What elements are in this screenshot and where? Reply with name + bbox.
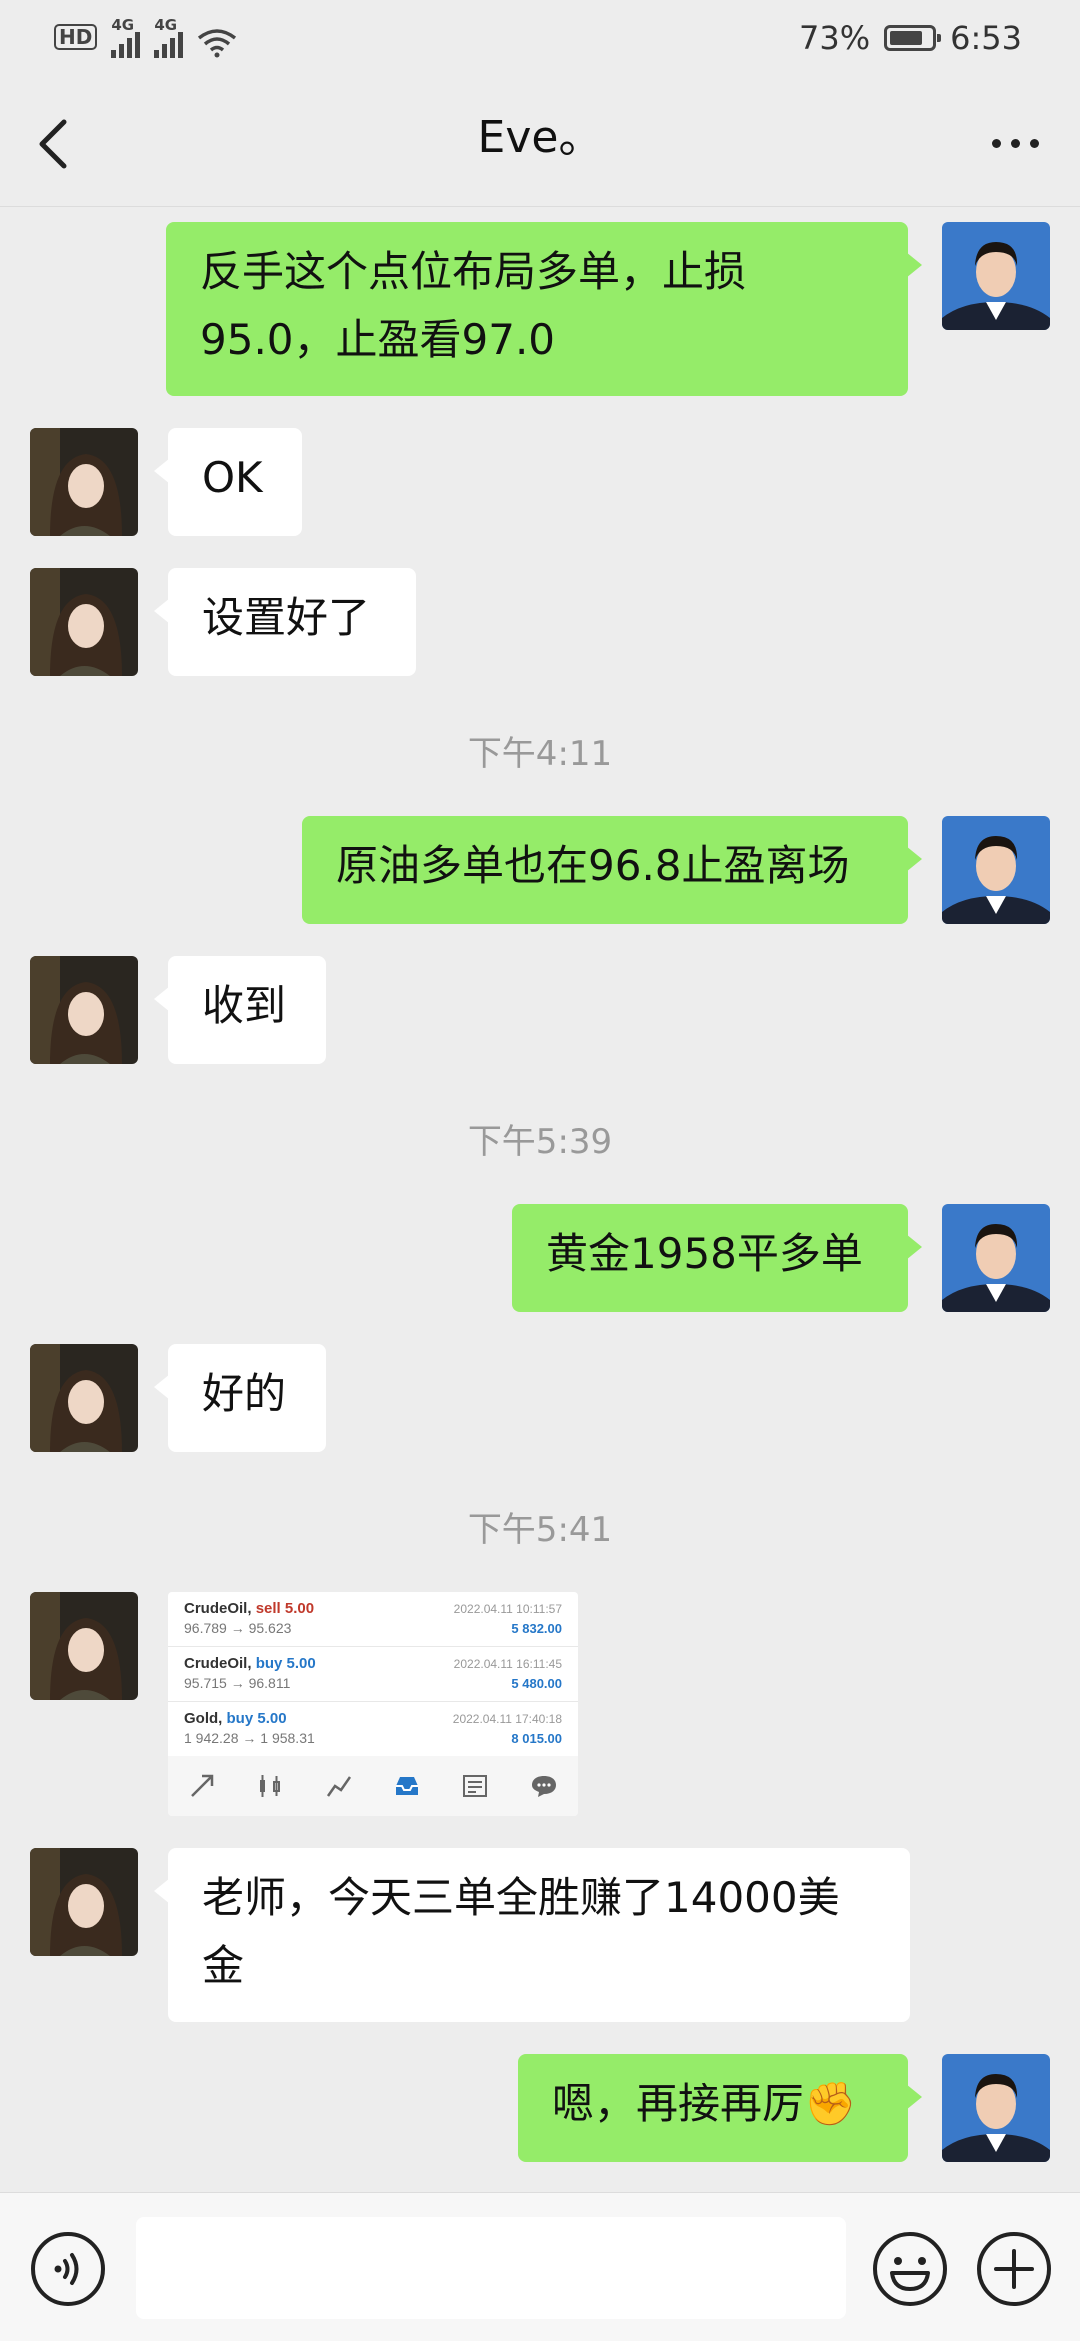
message-text: 原油多单也在96.8止盈离场 <box>336 841 850 890</box>
battery-icon <box>884 25 942 51</box>
message-text: 黄金1958平多单 <box>546 1229 863 1278</box>
trade-profit: 8 015.00 <box>511 1731 562 1746</box>
avatar-eve[interactable] <box>30 1592 138 1700</box>
emoji-icon <box>873 2232 947 2306</box>
message-bubble-other[interactable]: 老师，今天三单全胜赚了14000美金 <box>154 1848 910 2022</box>
avatar-self-image <box>942 816 1050 924</box>
avatar-self[interactable] <box>942 222 1050 330</box>
avatar-eve[interactable] <box>30 428 138 536</box>
voice-button[interactable] <box>28 2229 108 2309</box>
avatar-self[interactable] <box>942 1204 1050 1312</box>
battery-percent: 73% <box>799 19 871 57</box>
trade-date: 2022.04.11 17:40:18 <box>452 1712 562 1726</box>
message-text: 反手这个点位布局多单，止损95.0，止盈看97.0 <box>200 247 747 364</box>
avatar-eve-image <box>30 1344 138 1452</box>
avatar-self-image <box>942 2054 1050 2162</box>
avatar-eve[interactable] <box>30 956 138 1064</box>
trade-row: Gold, buy 5.00 1 942.28 → 1 958.31 2022.… <box>168 1702 578 1757</box>
chat-title: Eve。 <box>477 112 603 163</box>
avatar-eve-image <box>30 428 138 536</box>
message-bubble-self[interactable]: 嗯，再接再厉✊ <box>518 2054 922 2162</box>
message-bubble-self[interactable]: 反手这个点位布局多单，止损95.0，止盈看97.0 <box>166 222 922 396</box>
message-input[interactable] <box>136 2217 846 2319</box>
trade-symbol: CrudeOil <box>184 1655 248 1672</box>
avatar-eve-image <box>30 1848 138 1956</box>
line-chart-icon <box>324 1771 354 1801</box>
clock: 6:53 <box>950 19 1022 57</box>
trade-prices: 95.715 → 96.811 <box>184 1675 291 1691</box>
message-bubble-other[interactable]: 好的 <box>154 1344 326 1452</box>
message-bubble-other[interactable]: OK <box>154 428 302 536</box>
trend-arrow-icon <box>187 1771 217 1801</box>
avatar-self-image <box>942 1204 1050 1312</box>
message-bubble-self[interactable]: 黄金1958平多单 <box>512 1204 922 1312</box>
signal-bars-icon <box>154 32 184 58</box>
candlestick-icon <box>255 1771 285 1801</box>
hd-badge: HD <box>54 24 98 50</box>
trade-symbol: Gold <box>184 1710 219 1727</box>
message-bubble-other[interactable]: 设置好了 <box>154 568 416 676</box>
trade-symbol: CrudeOil <box>184 1600 248 1617</box>
avatar-self[interactable] <box>942 816 1050 924</box>
status-left: HD 4G 4G <box>54 18 237 58</box>
message-text: 好的 <box>202 1369 287 1418</box>
more-button[interactable] <box>980 118 1050 168</box>
message-text: 设置好了 <box>202 593 371 642</box>
avatar-eve[interactable] <box>30 1848 138 1956</box>
inbox-icon <box>392 1771 422 1801</box>
timestamp: 下午5:39 <box>467 1122 613 1162</box>
status-right: 73% 6:53 <box>799 18 1022 58</box>
image-message-trade-history[interactable]: CrudeOil, sell 5.00 96.789 → 95.623 2022… <box>168 1592 578 1816</box>
network-type-1: 4G <box>111 16 135 34</box>
trade-side: sell 5.00 <box>255 1600 315 1617</box>
trade-profit: 5 832.00 <box>511 1621 562 1636</box>
timestamp: 下午4:11 <box>467 734 613 774</box>
signal-2: 4G <box>154 16 184 58</box>
trade-side: buy 5.00 <box>255 1655 316 1672</box>
trade-profit: 5 480.00 <box>511 1676 562 1691</box>
avatar-eve[interactable] <box>30 1344 138 1452</box>
message-text: 老师，今天三单全胜赚了14000美金 <box>202 1873 840 1990</box>
avatar-eve-image <box>30 956 138 1064</box>
voice-icon <box>31 2232 105 2306</box>
trade-side: buy 5.00 <box>226 1710 287 1727</box>
plus-icon <box>977 2232 1051 2306</box>
trade-prices: 96.789 → 95.623 <box>184 1620 292 1636</box>
chat-header: Eve。 <box>0 78 1080 207</box>
chat-icon <box>529 1771 559 1801</box>
trade-row: CrudeOil, buy 5.00 95.715 → 96.811 2022.… <box>168 1647 578 1702</box>
timestamp: 下午5:41 <box>467 1510 613 1550</box>
trade-date: 2022.04.11 10:11:57 <box>453 1602 562 1616</box>
emoji-button[interactable] <box>870 2229 950 2309</box>
avatar-eve-image <box>30 568 138 676</box>
news-icon <box>460 1771 490 1801</box>
trade-row: CrudeOil, sell 5.00 96.789 → 95.623 2022… <box>168 1592 578 1647</box>
message-text: 嗯，再接再厉✊ <box>552 2079 857 2128</box>
avatar-self-image <box>942 222 1050 330</box>
plus-button[interactable] <box>974 2229 1054 2309</box>
network-type-2: 4G <box>154 16 178 34</box>
signal-1: 4G <box>111 16 141 58</box>
input-bar <box>0 2192 1080 2341</box>
avatar-eve-image <box>30 1592 138 1700</box>
message-text: OK <box>202 453 263 502</box>
status-bar: HD 4G 4G 73% 6:53 <box>0 0 1080 78</box>
more-dots-icon <box>991 138 1001 148</box>
avatar-self[interactable] <box>942 2054 1050 2162</box>
trade-toolbar <box>168 1756 578 1816</box>
trade-date: 2022.04.11 16:11:45 <box>453 1657 562 1671</box>
trade-prices: 1 942.28 → 1 958.31 <box>184 1730 315 1746</box>
message-text: 收到 <box>202 981 287 1030</box>
avatar-eve[interactable] <box>30 568 138 676</box>
wifi-icon <box>198 29 237 58</box>
message-bubble-self[interactable]: 原油多单也在96.8止盈离场 <box>302 816 922 924</box>
signal-bars-icon <box>111 32 141 58</box>
message-bubble-other[interactable]: 收到 <box>154 956 326 1064</box>
